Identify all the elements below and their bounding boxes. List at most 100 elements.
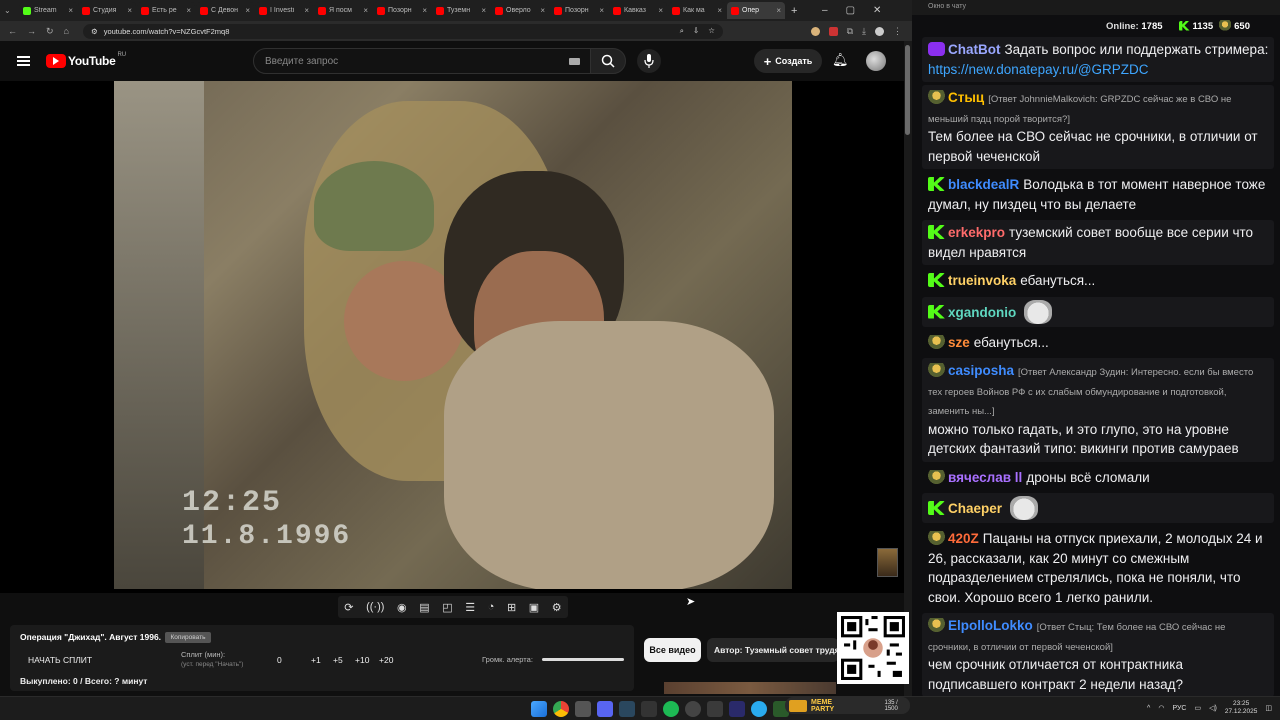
tab-close-icon[interactable]: × <box>304 6 309 15</box>
tab-close-icon[interactable]: × <box>422 6 427 15</box>
page-scrollbar[interactable] <box>904 41 912 696</box>
settings-icon[interactable]: ⚙ <box>552 601 562 614</box>
alert-volume-slider[interactable] <box>542 658 624 661</box>
extension-avatar-icon[interactable] <box>810 26 820 36</box>
obs-icon[interactable] <box>685 701 701 717</box>
chat-message[interactable]: ElpolloLokko [Ответ Стыц: Тем более на СВ… <box>922 613 1274 697</box>
zoom-icon[interactable]: ⌕ <box>680 26 684 36</box>
reload-icon[interactable]: ↻ <box>46 26 54 37</box>
video-player[interactable]: 12:25 11.8.1996 <box>0 81 906 593</box>
browser-tab[interactable]: Есть ре × <box>137 2 195 19</box>
chat-username[interactable]: 420Z <box>948 531 979 546</box>
chat-username[interactable]: casiposha <box>948 363 1014 378</box>
monitor-icon[interactable] <box>707 701 723 717</box>
spotify-icon[interactable] <box>663 701 679 717</box>
split-step-button[interactable]: +20 <box>379 655 405 665</box>
downloads-icon[interactable]: ⤓ <box>862 26 866 37</box>
notifications-bell-icon[interactable]: 🔔︎ <box>832 52 849 68</box>
tab-close-icon[interactable]: × <box>186 6 191 15</box>
home-icon[interactable]: ⌂ <box>64 26 69 36</box>
avatar[interactable] <box>866 51 886 71</box>
browser-tab[interactable]: Опер × <box>727 2 785 19</box>
loop-icon[interactable]: ⟳ <box>344 601 353 614</box>
start-icon[interactable] <box>531 701 547 717</box>
chat-username[interactable]: Chaeper <box>948 501 1002 516</box>
volume-icon[interactable]: ◁) <box>1209 704 1217 712</box>
browser-tab[interactable]: Позорн × <box>550 2 608 19</box>
tab-close-icon[interactable]: × <box>127 6 132 15</box>
site-info-icon[interactable]: ⚙ <box>91 27 98 36</box>
notifications-icon[interactable]: ◫ <box>1265 704 1272 712</box>
new-tab-icon[interactable]: + <box>791 5 797 17</box>
search-button[interactable] <box>590 48 626 74</box>
chat-message[interactable]: ChatBot Задать вопрос или поддержать стри… <box>922 37 1274 82</box>
search-input[interactable]: Введите запрос <box>253 48 591 74</box>
browser-tab[interactable]: I Investi × <box>255 2 313 19</box>
telegram-icon[interactable] <box>751 701 767 717</box>
chat-username[interactable]: вячеслав ll <box>948 470 1022 485</box>
guide-menu-icon[interactable] <box>17 56 30 66</box>
chat-message[interactable]: Стыц [Ответ JohnnieMalkovich: GRPZDC сейч… <box>922 85 1274 169</box>
create-button[interactable]: + Создать <box>754 49 822 73</box>
chat-message[interactable]: Chaeper <box>922 493 1274 523</box>
network-icon[interactable]: ▭ <box>1194 704 1201 712</box>
chat-username[interactable]: trueinvoka <box>948 273 1016 288</box>
keyboard-icon[interactable] <box>569 58 580 65</box>
watch-icon[interactable]: ◉ <box>397 601 407 614</box>
tab-menu-icon[interactable]: ⌄ <box>4 6 18 15</box>
chat-message[interactable]: trueinvoka ебануться... <box>922 268 1274 294</box>
add-icon[interactable]: ⊞ <box>507 601 516 614</box>
app-icon[interactable] <box>641 701 657 717</box>
extensions-puzzle-icon[interactable]: ⧉ <box>847 26 853 37</box>
tab-close-icon[interactable]: × <box>658 6 663 15</box>
extension-red-icon[interactable] <box>828 26 838 36</box>
tab-close-icon[interactable]: × <box>717 6 722 15</box>
chat-message-list[interactable]: ChatBot Задать вопрос или поддержать стри… <box>922 37 1274 700</box>
browser-tab[interactable]: Туземн × <box>432 2 490 19</box>
chat-username[interactable]: erkekpro <box>948 225 1005 240</box>
youtube-logo[interactable]: YouTube RU <box>46 52 126 68</box>
chat-message[interactable]: blackdealR Володька в тот момент наверное… <box>922 172 1274 217</box>
tab-close-icon[interactable]: × <box>481 6 486 15</box>
chat-message[interactable]: xgandonio <box>922 296 1274 327</box>
discord-icon[interactable] <box>597 701 613 717</box>
url-field[interactable]: ⚙ youtube.com/watch?v=NZGcvtF2mq8 ⌕ ⇩ ☆ <box>82 23 723 39</box>
profile-icon[interactable] <box>875 26 884 36</box>
browser-tab[interactable]: Stream × <box>19 2 77 19</box>
minimize-icon[interactable]: – <box>822 5 828 16</box>
chat-message[interactable]: 420Z Пацаны на отпуск приехали, 2 молодых… <box>922 526 1274 610</box>
start-split-button[interactable]: НАЧАТЬ СПЛИТ <box>28 655 92 665</box>
chat-message[interactable]: casiposha [Ответ Александр Зудин: Интерес… <box>922 358 1274 462</box>
language-indicator[interactable]: РУС <box>1172 705 1186 712</box>
tab-close-icon[interactable]: × <box>245 6 250 15</box>
tab-close-icon[interactable]: × <box>363 6 368 15</box>
clock[interactable]: 23:25 27.12.2025 <box>1225 700 1258 716</box>
forward-icon[interactable]: → <box>27 26 36 36</box>
browser-tab[interactable]: Студия × <box>78 2 136 19</box>
tab-close-icon[interactable]: × <box>540 6 545 15</box>
browser-tab[interactable]: Я посм × <box>314 2 372 19</box>
split-step-button[interactable]: 0 <box>277 655 303 665</box>
chat-username[interactable]: ChatBot <box>948 42 1001 57</box>
copy-button[interactable]: Копировать <box>165 632 211 643</box>
folder-icon[interactable] <box>575 701 591 717</box>
tab-close-icon[interactable]: × <box>599 6 604 15</box>
voice-search-button[interactable] <box>637 49 661 73</box>
browser-tab[interactable]: Оверло × <box>491 2 549 19</box>
maximize-icon[interactable]: ▢ <box>846 5 855 16</box>
browser-tab[interactable]: С Девон × <box>196 2 254 19</box>
cast-icon[interactable]: ((·)) <box>366 601 384 613</box>
chrome-icon[interactable] <box>553 701 569 717</box>
meme-party-widget[interactable]: MEME PARTY 135 / 1500 <box>785 697 910 714</box>
clip-icon[interactable]: ▤ <box>419 601 429 614</box>
tab-close-icon[interactable]: × <box>68 6 73 15</box>
tray-chevron-icon[interactable]: ^ <box>1147 705 1150 712</box>
speed-icon[interactable]: ◔ <box>488 601 495 613</box>
chat-message[interactable]: вячеслав ll дроны всё сломали <box>922 465 1274 491</box>
install-icon[interactable]: ⇩ <box>693 26 699 36</box>
chat-link[interactable]: https://new.donatepay.ru/@GRPZDC <box>928 62 1149 77</box>
picture-in-picture-icon[interactable]: ◰ <box>442 601 452 614</box>
video-frame[interactable]: 12:25 11.8.1996 <box>114 81 792 589</box>
all-videos-button[interactable]: Все видео <box>644 638 701 662</box>
browser-tab[interactable]: Как ма × <box>668 2 726 19</box>
